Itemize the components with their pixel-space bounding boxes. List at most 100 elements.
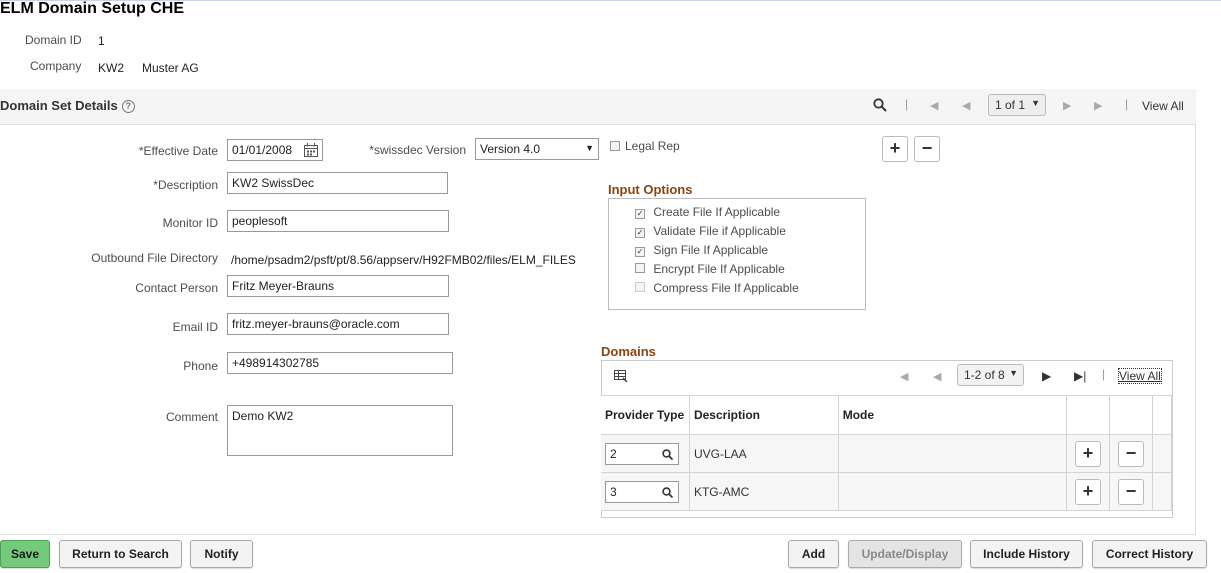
separator: |	[1125, 97, 1129, 111]
search-icon[interactable]	[873, 98, 887, 112]
monitor-id-label: Monitor ID	[162, 216, 218, 230]
provider-value: 3	[610, 484, 617, 499]
option-compress-file-checkbox	[635, 282, 645, 292]
separator: |	[905, 97, 909, 111]
contact-person-label: Contact Person	[135, 281, 218, 295]
swissdec-version-select[interactable]: Version 4.0 ▼	[475, 138, 599, 160]
option-encrypt-file-checkbox[interactable]	[635, 263, 645, 273]
provider-input[interactable]: 2	[605, 442, 679, 465]
delete-row-cell: −	[1109, 434, 1153, 473]
provider-cell: 2	[601, 434, 690, 473]
delete-domain-row-button[interactable]: −	[1118, 478, 1145, 505]
domain-id-label: Domain ID	[25, 33, 82, 47]
add-domain-row-button[interactable]: +	[1075, 478, 1102, 505]
option-compress-file: Compress File If Applicable	[635, 281, 799, 295]
provider-cell: 3	[601, 472, 690, 511]
section-view-all-link[interactable]: View All	[1142, 99, 1184, 113]
phone-input[interactable]: +498914302785	[227, 352, 453, 374]
input-options-group: ✓ Create File If Applicable ✓ Validate F…	[608, 198, 866, 310]
add-row-button[interactable]: +	[882, 136, 908, 162]
notify-button[interactable]: Notify	[190, 540, 253, 568]
domains-title: Domains	[601, 344, 656, 359]
add-button[interactable]: Add	[788, 540, 839, 568]
next-icon[interactable]: ▶	[1042, 369, 1051, 383]
lookup-icon[interactable]	[662, 448, 673, 460]
provider-value: 2	[610, 446, 617, 461]
table-row: 2 UVG-LAA + −	[601, 434, 1172, 473]
section-pager-dropdown[interactable]: 1 of 1 ▼	[988, 94, 1046, 116]
minus-icon: −	[1125, 480, 1137, 501]
option-label: Sign File If Applicable	[653, 243, 769, 257]
page-title: ELM Domain Setup CHE	[0, 0, 185, 17]
phone-label: Phone	[183, 359, 218, 373]
option-label: Validate File if Applicable	[653, 224, 786, 238]
comment-textarea[interactable]: Demo KW2	[227, 405, 453, 456]
add-row-cell: +	[1066, 472, 1111, 511]
company-code: KW2	[98, 61, 125, 75]
description-label: *Description	[153, 178, 218, 192]
mode-cell	[837, 472, 1068, 511]
scroll-cell	[1152, 434, 1172, 473]
domains-grid-container: ◀ ◀ 1-2 of 8 ▼ ▶ ▶| | View All Provider T…	[601, 360, 1173, 518]
option-create-file-checkbox[interactable]: ✓	[635, 209, 645, 219]
last-icon[interactable]: ▶	[1094, 99, 1102, 112]
minus-icon: −	[1125, 442, 1137, 463]
delete-domain-row-button[interactable]: −	[1118, 440, 1145, 467]
legal-rep-label: Legal Rep	[625, 139, 680, 153]
description-input[interactable]: KW2 SwissDec	[227, 172, 448, 194]
prev-icon[interactable]: ◀	[933, 370, 941, 383]
plus-icon: +	[1082, 442, 1094, 463]
first-icon[interactable]: ◀	[900, 370, 908, 383]
option-sign-file-checkbox[interactable]: ✓	[635, 247, 645, 257]
option-create-file[interactable]: ✓ Create File If Applicable	[635, 205, 780, 219]
option-label: Encrypt File If Applicable	[653, 262, 785, 276]
save-button[interactable]: Save	[0, 540, 50, 568]
column-header-add	[1066, 395, 1111, 435]
company-name: Muster AG	[142, 61, 199, 75]
column-header-provider: Provider Type	[601, 395, 690, 435]
email-id-input[interactable]: fritz.meyer-brauns@oracle.com	[227, 313, 449, 335]
option-sign-file[interactable]: ✓ Sign File If Applicable	[635, 243, 768, 257]
plus-icon: +	[889, 138, 901, 158]
minus-icon: −	[921, 138, 933, 158]
section-title: Domain Set Details	[0, 98, 118, 113]
legal-rep-checkbox[interactable]	[610, 141, 620, 151]
last-icon[interactable]: ▶|	[1074, 369, 1086, 383]
option-validate-file[interactable]: ✓ Validate File if Applicable	[635, 224, 786, 238]
provider-input[interactable]: 3	[605, 480, 679, 503]
prev-icon[interactable]: ◀	[962, 99, 970, 112]
chevron-down-icon: ▼	[1009, 368, 1018, 378]
email-id-label: Email ID	[172, 320, 218, 334]
option-encrypt-file[interactable]: Encrypt File If Applicable	[635, 262, 785, 276]
footer-divider	[0, 534, 1196, 535]
input-options-title: Input Options	[608, 182, 693, 197]
monitor-id-input[interactable]: peoplesoft	[227, 210, 449, 232]
delete-row-cell: −	[1109, 472, 1153, 511]
mode-cell	[837, 434, 1068, 473]
table-row: 3 KTG-AMC + −	[601, 472, 1172, 511]
include-history-button[interactable]: Include History	[970, 540, 1083, 568]
domain-id-value: 1	[98, 34, 105, 48]
column-header-scroll	[1152, 395, 1172, 435]
column-header-delete	[1109, 395, 1153, 435]
table-header-row: Provider Type Description Mode	[601, 395, 1172, 435]
lookup-icon[interactable]	[662, 486, 673, 498]
contact-person-input[interactable]: Fritz Meyer-Brauns	[227, 275, 449, 297]
option-label: Compress File If Applicable	[653, 281, 799, 295]
first-icon[interactable]: ◀​	[930, 99, 938, 112]
add-domain-row-button[interactable]: +	[1075, 440, 1102, 467]
column-header-mode: Mode	[837, 395, 1068, 435]
help-icon[interactable]: ?	[121, 100, 135, 113]
next-icon[interactable]: ▶	[1063, 99, 1071, 112]
domains-view-all-link[interactable]: View All	[1118, 368, 1162, 384]
delete-row-button[interactable]: −	[914, 136, 940, 162]
correct-history-button[interactable]: Correct History	[1092, 540, 1207, 568]
domains-pager-dropdown[interactable]: 1-2 of 8 ▼	[957, 364, 1024, 386]
grid-personalize-icon[interactable]	[614, 370, 628, 382]
option-validate-file-checkbox[interactable]: ✓	[635, 228, 645, 238]
swissdec-version-value: Version 4.0	[480, 142, 541, 156]
domains-table: Provider Type Description Mode 2 UVG-LAA…	[601, 395, 1172, 511]
description-cell: UVG-LAA	[688, 434, 839, 473]
right-border	[1195, 124, 1196, 536]
return-to-search-button[interactable]: Return to Search	[59, 540, 182, 568]
